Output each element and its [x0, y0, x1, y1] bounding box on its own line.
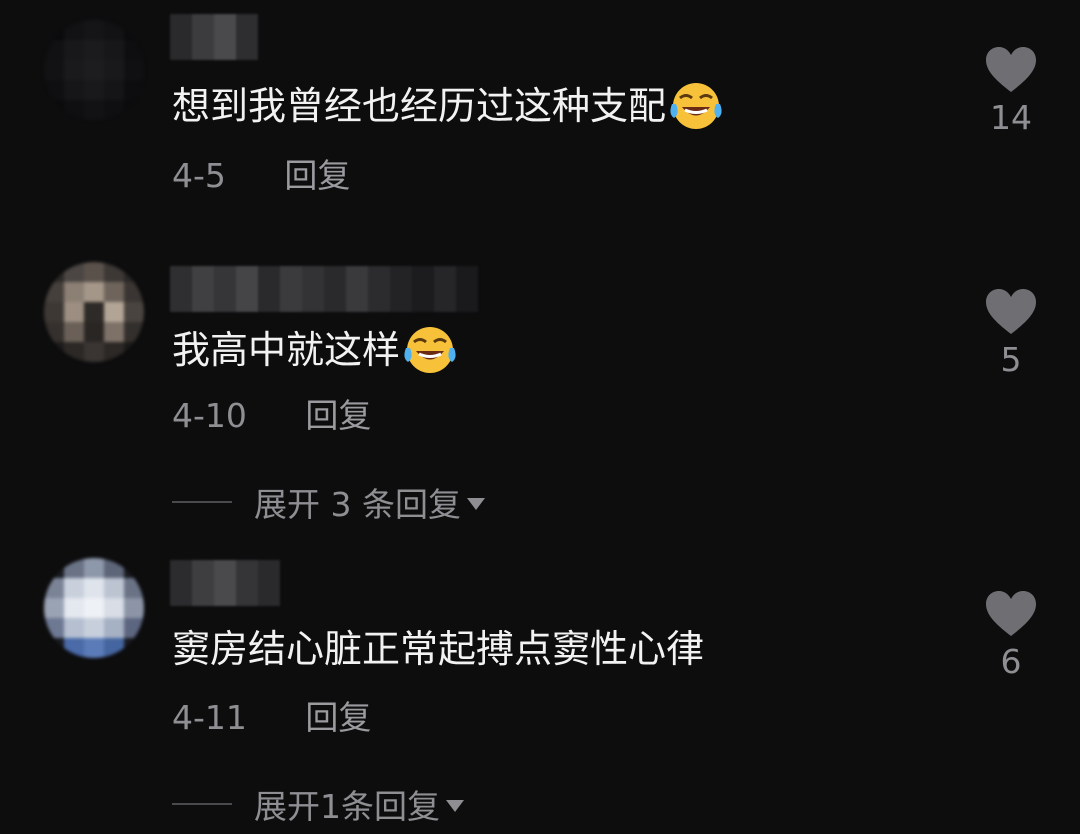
like-count: 14	[990, 98, 1032, 137]
reply-button[interactable]: 回复	[284, 156, 350, 196]
comment-date: 4-5	[172, 156, 226, 195]
divider-line	[172, 803, 232, 805]
comment-text: 我高中就这样	[172, 324, 456, 376]
username-blurred[interactable]	[170, 560, 280, 606]
face-with-tears-of-joy-icon	[668, 80, 722, 132]
heart-icon	[986, 47, 1036, 92]
comment-date: 4-10	[172, 396, 247, 435]
avatar[interactable]	[44, 558, 144, 658]
comment-list: 想到我曾经也经历过这种支配 4-5 回复 14 我高中就这样 4-10 回复 5…	[0, 0, 1080, 834]
expand-replies-label: 展开1条回复	[254, 787, 440, 826]
expand-replies-button[interactable]: 展开 3 条回复	[172, 478, 485, 526]
heart-icon	[986, 591, 1036, 636]
expand-replies-button[interactable]: 展开1条回复	[172, 780, 464, 828]
username-blurred[interactable]	[170, 266, 478, 312]
comment-text: 窦房结心脏正常起搏点窦性心律	[172, 626, 704, 672]
heart-icon	[986, 289, 1036, 334]
like-button[interactable]: 5	[978, 288, 1044, 380]
comment-text-label: 窦房结心脏正常起搏点窦性心律	[172, 627, 705, 671]
avatar[interactable]	[44, 20, 144, 120]
avatar[interactable]	[44, 262, 144, 362]
comment-text: 想到我曾经也经历过这种支配	[172, 80, 722, 132]
comment-date: 4-11	[172, 698, 247, 737]
face-with-tears-of-joy-icon	[402, 324, 456, 376]
reply-button[interactable]: 回复	[305, 396, 371, 436]
comment-meta: 4-5 回复	[172, 156, 350, 196]
comment-text-label: 我高中就这样	[172, 328, 401, 372]
expand-replies-label: 展开 3 条回复	[254, 485, 461, 524]
comment-meta: 4-11 回复	[172, 698, 371, 738]
like-button[interactable]: 6	[978, 590, 1044, 682]
like-button[interactable]: 14	[978, 46, 1044, 138]
reply-button[interactable]: 回复	[305, 698, 371, 738]
comment-meta: 4-10 回复	[172, 396, 371, 436]
like-count: 5	[1000, 340, 1022, 379]
divider-line	[172, 501, 232, 503]
caret-down-icon	[446, 800, 464, 812]
comment-text-label: 想到我曾经也经历过这种支配	[172, 84, 667, 128]
username-blurred[interactable]	[170, 14, 258, 60]
caret-down-icon	[466, 498, 485, 510]
like-count: 6	[1000, 642, 1022, 681]
